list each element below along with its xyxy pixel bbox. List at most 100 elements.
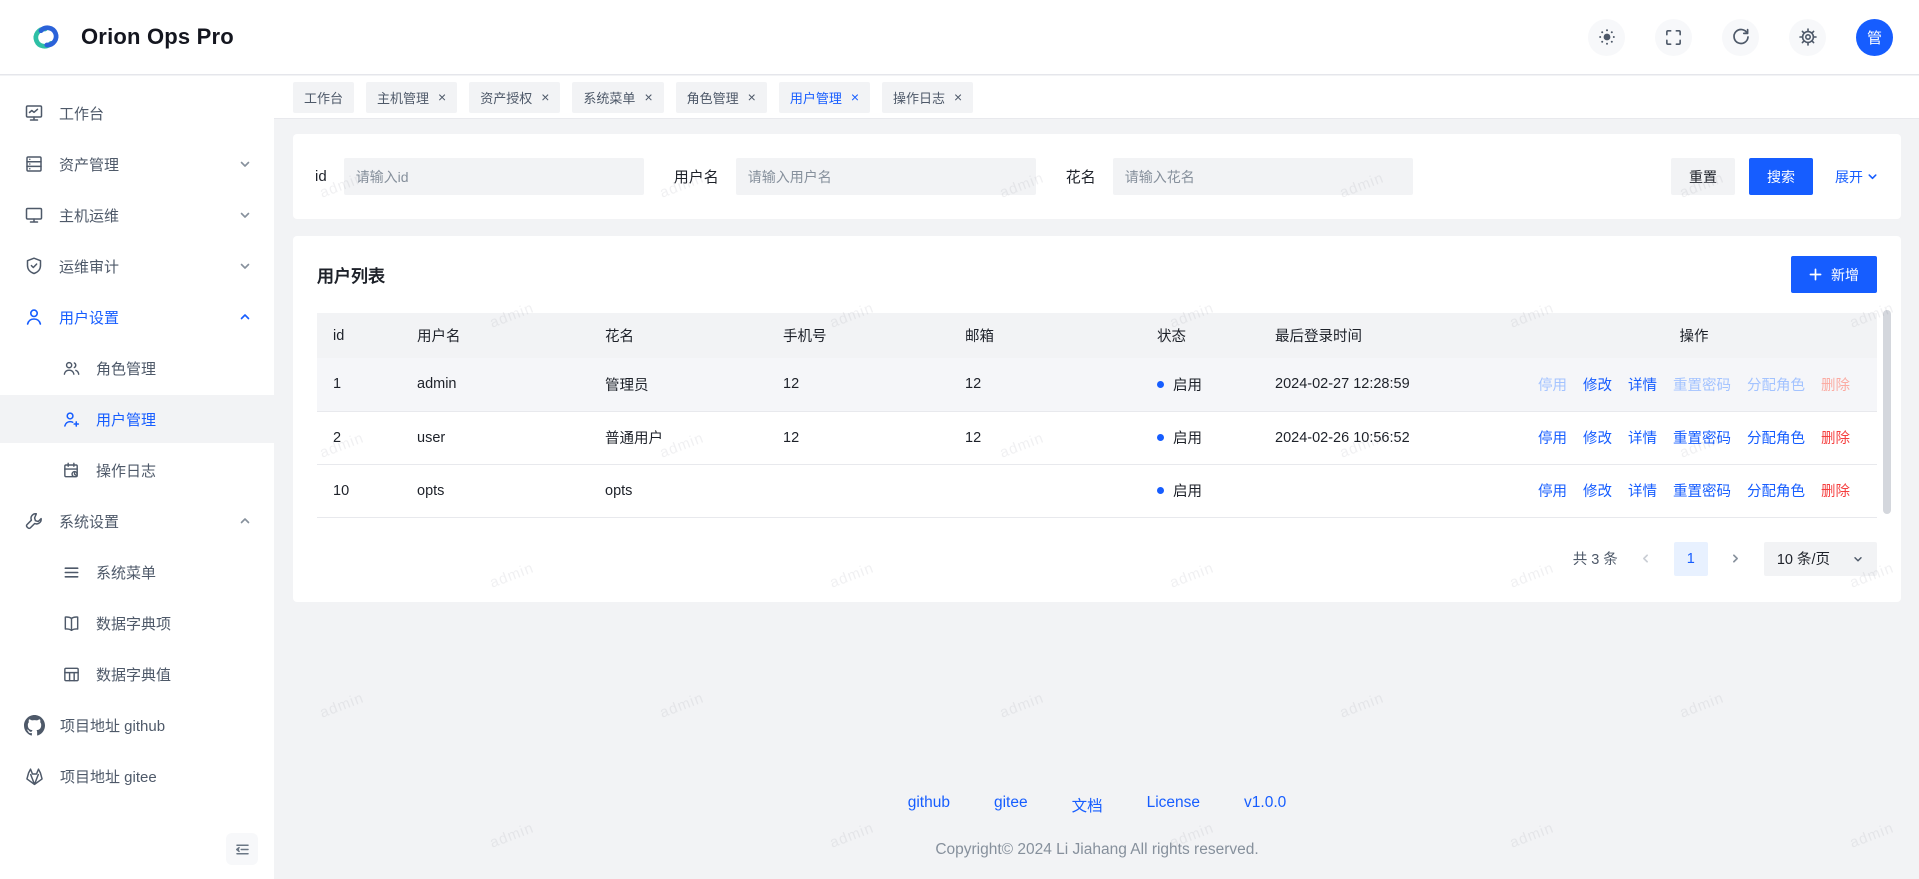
tab-user-management[interactable]: 用户管理 ×: [779, 82, 870, 113]
fullscreen-button[interactable]: [1655, 19, 1692, 56]
close-icon[interactable]: ×: [438, 92, 446, 102]
sidebar-item-dict-values[interactable]: 数据字典值: [0, 650, 274, 698]
sidebar-item-host-ops[interactable]: 主机运维: [0, 191, 274, 239]
action-detail[interactable]: 详情: [1628, 378, 1657, 394]
pagination-page-1[interactable]: 1: [1674, 542, 1708, 576]
sidebar-item-operation-log[interactable]: 操作日志: [0, 446, 274, 494]
action-delete[interactable]: 删除: [1821, 431, 1850, 447]
sidebar-item-gitee[interactable]: 项目地址 gitee: [0, 752, 274, 800]
expand-toggle[interactable]: 展开: [1835, 167, 1879, 187]
sidebar-item-system-menu[interactable]: 系统菜单: [0, 548, 274, 596]
tab-system-menu[interactable]: 系统菜单 ×: [572, 82, 663, 113]
sidebar-item-user-management[interactable]: 用户管理: [0, 395, 274, 443]
sidebar-item-workbench[interactable]: 工作台: [0, 89, 274, 137]
footer-link-license[interactable]: License: [1147, 794, 1200, 816]
search-button[interactable]: 搜索: [1749, 158, 1813, 195]
action-disable[interactable]: 停用: [1538, 378, 1567, 394]
action-reset-password[interactable]: 重置密码: [1673, 431, 1731, 447]
nickname-input[interactable]: [1113, 158, 1413, 195]
sidebar-item-github[interactable]: 项目地址 github: [0, 701, 274, 749]
tab-asset-authorization[interactable]: 资产授权 ×: [469, 82, 560, 113]
card-title: 用户列表: [317, 262, 385, 287]
sidebar-item-assets[interactable]: 资产管理: [0, 140, 274, 188]
action-edit[interactable]: 修改: [1583, 431, 1612, 447]
action-disable[interactable]: 停用: [1538, 484, 1567, 500]
menu-lines-icon: [62, 563, 81, 582]
tab-label: 操作日志: [893, 88, 945, 107]
brightness-icon: [1597, 27, 1617, 47]
sidebar-item-label: 用户设置: [59, 307, 119, 328]
theme-toggle-button[interactable]: [1588, 19, 1625, 56]
user-avatar[interactable]: 管: [1856, 19, 1893, 56]
refresh-button[interactable]: [1722, 19, 1759, 56]
sidebar-collapse-button[interactable]: [226, 833, 258, 865]
add-user-button[interactable]: 新增: [1791, 256, 1877, 293]
action-assign-role[interactable]: 分配角色: [1747, 484, 1805, 500]
sidebar-item-label: 系统菜单: [96, 562, 156, 583]
close-icon[interactable]: ×: [644, 92, 652, 102]
close-icon[interactable]: ×: [954, 92, 962, 102]
sidebar: 工作台 资产管理 主机运维: [0, 76, 274, 879]
footer-link-docs[interactable]: 文档: [1072, 794, 1103, 816]
close-icon[interactable]: ×: [748, 92, 756, 102]
cell-status: 启用: [1141, 464, 1259, 517]
tab-host-management[interactable]: 主机管理 ×: [366, 82, 457, 113]
sidebar-item-label: 项目地址 gitee: [60, 766, 157, 787]
users-icon: [62, 359, 81, 378]
pagination-next-button[interactable]: [1722, 545, 1750, 573]
action-reset-password[interactable]: 重置密码: [1673, 378, 1731, 394]
cell-mobile: 12: [767, 358, 949, 411]
footer-link-gitee[interactable]: gitee: [994, 794, 1028, 816]
column-header-actions: 操作: [1511, 313, 1877, 358]
close-icon[interactable]: ×: [851, 92, 859, 102]
footer-link-version[interactable]: v1.0.0: [1244, 794, 1286, 816]
cell-last-login: 2024-02-27 12:28:59: [1259, 358, 1511, 411]
sidebar-item-user-settings[interactable]: 用户设置: [0, 293, 274, 341]
action-reset-password[interactable]: 重置密码: [1673, 484, 1731, 500]
action-delete[interactable]: 删除: [1821, 484, 1850, 500]
cell-nickname: 普通用户: [589, 411, 767, 464]
tab-role-management[interactable]: 角色管理 ×: [676, 82, 767, 113]
table-row: 1 admin 管理员 12 12 启用 2024-02-27 12:28:59…: [317, 358, 1877, 411]
cell-nickname: 管理员: [589, 358, 767, 411]
status-badge: 启用: [1173, 427, 1202, 448]
action-disable[interactable]: 停用: [1538, 431, 1567, 447]
action-detail[interactable]: 详情: [1628, 431, 1657, 447]
tab-label: 角色管理: [687, 88, 739, 107]
action-edit[interactable]: 修改: [1583, 378, 1612, 394]
sidebar-item-label: 操作日志: [96, 460, 156, 481]
column-header-email: 邮箱: [949, 313, 1141, 358]
status-dot: [1157, 381, 1164, 388]
pagination-prev-button[interactable]: [1632, 545, 1660, 573]
close-icon[interactable]: ×: [541, 92, 549, 102]
column-header-last-login: 最后登录时间: [1259, 313, 1511, 358]
tab-operation-log[interactable]: 操作日志 ×: [882, 82, 973, 113]
table-scrollbar[interactable]: [1883, 310, 1891, 514]
search-actions: 重置 搜索 展开: [1671, 158, 1879, 195]
action-detail[interactable]: 详情: [1628, 484, 1657, 500]
chevron-down-icon: [238, 259, 252, 273]
action-assign-role[interactable]: 分配角色: [1747, 378, 1805, 394]
action-edit[interactable]: 修改: [1583, 484, 1612, 500]
chevron-down-icon: [238, 208, 252, 222]
sidebar-item-dict-keys[interactable]: 数据字典项: [0, 599, 274, 647]
tab-bar: 工作台 主机管理 × 资产授权 × 系统菜单 × 角色管理 × 用户管理 × 操…: [274, 76, 1919, 119]
page-size-select[interactable]: 10 条/页: [1764, 542, 1877, 576]
reset-button[interactable]: 重置: [1671, 158, 1735, 195]
sidebar-item-system-settings[interactable]: 系统设置: [0, 497, 274, 545]
settings-button[interactable]: [1789, 19, 1826, 56]
action-delete[interactable]: 删除: [1821, 378, 1850, 394]
tab-label: 工作台: [304, 88, 343, 107]
sidebar-item-role-management[interactable]: 角色管理: [0, 344, 274, 392]
cell-username: admin: [401, 358, 589, 411]
action-assign-role[interactable]: 分配角色: [1747, 431, 1805, 447]
chevron-down-icon: [238, 157, 252, 171]
id-input[interactable]: [344, 158, 644, 195]
sidebar-item-label: 项目地址 github: [60, 715, 165, 736]
tab-workbench[interactable]: 工作台: [293, 82, 354, 113]
username-input[interactable]: [736, 158, 1036, 195]
sidebar-item-audit[interactable]: 运维审计: [0, 242, 274, 290]
sidebar-item-label: 主机运维: [59, 205, 119, 226]
column-header-status: 状态: [1141, 313, 1259, 358]
footer-link-github[interactable]: github: [908, 794, 950, 816]
